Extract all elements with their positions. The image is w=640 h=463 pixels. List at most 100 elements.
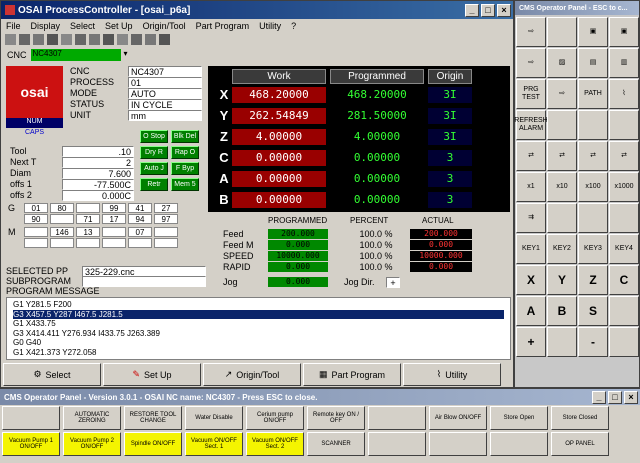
retr-button[interactable]: Retr <box>140 178 168 191</box>
toolbar-icon[interactable] <box>131 34 142 45</box>
key1-button[interactable]: KEY1 <box>516 234 546 264</box>
program-line[interactable]: G1 X433.75 <box>13 319 504 329</box>
toolbar-icon[interactable] <box>89 34 100 45</box>
op-panel-button[interactable]: OP PANEL <box>551 432 609 456</box>
toolbar-icon[interactable] <box>19 34 30 45</box>
op-key-icon[interactable]: ▤ <box>578 48 608 78</box>
dryr-button[interactable]: Dry R <box>140 146 168 159</box>
menu-setup[interactable]: Set Up <box>105 21 133 31</box>
blkdel-button[interactable]: Blk Del <box>171 130 199 143</box>
toolbar-icon[interactable] <box>75 34 86 45</box>
automatic-zeroing-button[interactable]: AUTOMATIC ZEROING <box>63 406 121 430</box>
window-title: OSAI ProcessController - [osai_p6a] <box>18 4 191 16</box>
menu-help[interactable]: ? <box>291 21 296 31</box>
menu-select[interactable]: Select <box>70 21 95 31</box>
program-line[interactable]: G1 Y281.5 F200 <box>13 300 504 310</box>
plus-button[interactable]: + <box>516 327 546 357</box>
mem5-button[interactable]: Mem 5 <box>171 178 199 191</box>
op-key-icon[interactable]: ⇄ <box>516 141 546 171</box>
toolbar-icon[interactable] <box>117 34 128 45</box>
store-open-button[interactable]: Store Open <box>490 406 548 430</box>
x100-button[interactable]: x100 <box>578 172 608 202</box>
toolbar-icon[interactable] <box>33 34 44 45</box>
toolbar-icon[interactable] <box>61 34 72 45</box>
vacuum-sect-1-button[interactable]: Vacuum ON/OFF Sect. 1 <box>185 432 243 456</box>
minimize-button[interactable]: _ <box>465 3 479 17</box>
origin-tool-button[interactable]: ↗ Origin/Tool <box>203 363 301 386</box>
op-key-icon[interactable]: ⇄ <box>547 141 577 171</box>
op-key-icon[interactable]: ▥ <box>609 48 639 78</box>
axis-y-button[interactable]: Y <box>547 265 577 295</box>
program-line[interactable]: G0 G40 <box>13 338 504 348</box>
select-button[interactable]: ⚙ Select <box>3 363 101 386</box>
prg-test-button[interactable]: PRG TEST <box>516 79 546 109</box>
axis-b-button[interactable]: B <box>547 296 577 326</box>
vacuum-pump-1-button[interactable]: Vacuum Pump 1 ON/OFF <box>2 432 60 456</box>
refresh-alarm-button[interactable]: REFRESH ALARM <box>514 110 548 140</box>
feed-label: Feed <box>223 228 244 239</box>
spindle-button[interactable]: Spindle ON/OFF <box>124 432 182 456</box>
minimize-button[interactable]: _ <box>592 390 606 404</box>
maximize-button[interactable]: □ <box>608 390 622 404</box>
toolbar-icon[interactable] <box>103 34 114 45</box>
close-button[interactable]: × <box>497 3 511 17</box>
key2-button[interactable]: KEY2 <box>547 234 577 264</box>
vacuum-pump-2-button[interactable]: Vacuum Pump 2 ON/OFF <box>63 432 121 456</box>
axis-z-button[interactable]: Z <box>578 265 608 295</box>
op-key-icon[interactable]: ▨ <box>547 48 577 78</box>
program-line-selected[interactable]: G3 X457.5 Y287 I467.5 J281.5 <box>13 309 504 319</box>
key4-button[interactable]: KEY4 <box>609 234 639 264</box>
part-program-button[interactable]: ▦ Part Program <box>303 363 401 386</box>
water-disable-button[interactable]: Water Disable <box>185 406 243 430</box>
op-key-icon[interactable]: ⇄ <box>578 141 608 171</box>
cerium-pump-button[interactable]: Cerium pump ON/OFF <box>246 406 304 430</box>
x1-button[interactable]: x1 <box>516 172 546 202</box>
op-key-icon[interactable]: ▣ <box>609 17 639 47</box>
axis-a-button[interactable]: A <box>516 296 546 326</box>
op-key-icon[interactable]: ▣ <box>578 17 608 47</box>
cnc-dropdown[interactable]: NC4307 ▾ <box>30 49 131 61</box>
x10-button[interactable]: x10 <box>547 172 577 202</box>
remote-key-button[interactable]: Remote key ON / OFF <box>307 406 365 430</box>
op-key-icon[interactable]: ⇨ <box>516 48 546 78</box>
ostop-button[interactable]: O Stop <box>140 130 168 143</box>
program-line[interactable]: G3 X414.411 Y276.934 I433.75 J263.389 <box>13 329 504 339</box>
setup-button[interactable]: ✎ Set Up <box>103 363 201 386</box>
menu-utility[interactable]: Utility <box>259 21 281 31</box>
toolbar-icon[interactable] <box>145 34 156 45</box>
close-button[interactable]: × <box>624 390 638 404</box>
fbyp-button[interactable]: F Byp <box>171 162 199 175</box>
key3-button[interactable]: KEY3 <box>578 234 608 264</box>
op-key-icon[interactable]: ⇄ <box>609 141 639 171</box>
menu-display[interactable]: Display <box>31 21 61 31</box>
path-button[interactable]: PATH <box>578 79 608 109</box>
op-key-icon[interactable]: ⌇ <box>609 79 639 109</box>
axis-x-button[interactable]: X <box>516 265 546 295</box>
axis-s-button[interactable]: S <box>578 296 608 326</box>
autoj-button[interactable]: Auto J <box>140 162 168 175</box>
axis-c-button[interactable]: C <box>609 265 639 295</box>
vacuum-sect-2-button[interactable]: Vacuum ON/OFF Sect. 2 <box>246 432 304 456</box>
rapo-button[interactable]: Rap O <box>171 146 199 159</box>
toolbar-icon[interactable] <box>47 34 58 45</box>
program-line[interactable]: G1 X421.373 Y272.058 <box>13 348 504 358</box>
maximize-button[interactable]: □ <box>481 3 495 17</box>
jogdir-value[interactable]: + <box>386 276 400 288</box>
toolbar-icon[interactable] <box>159 34 170 45</box>
store-closed-button[interactable]: Store Closed <box>551 406 609 430</box>
scanner-button[interactable]: SCANNER <box>307 432 365 456</box>
air-blow-button[interactable]: Air Blow ON/OFF <box>429 406 487 430</box>
menu-origin-tool[interactable]: Origin/Tool <box>143 21 186 31</box>
menu-file[interactable]: File <box>6 21 21 31</box>
op-key-icon[interactable]: ⇉ <box>516 203 546 233</box>
program-listing[interactable]: G1 Y281.5 F200 G3 X457.5 Y287 I467.5 J28… <box>6 297 511 360</box>
x1000-button[interactable]: x1000 <box>609 172 639 202</box>
op-key-icon[interactable] <box>547 17 577 47</box>
minus-button[interactable]: - <box>578 327 608 357</box>
restore-tool-change-button[interactable]: RESTORE TOOL CHANGE <box>124 406 182 430</box>
toolbar-icon[interactable] <box>5 34 16 45</box>
menu-part-program[interactable]: Part Program <box>196 21 250 31</box>
op-key-icon[interactable]: ⇨ <box>547 79 577 109</box>
utility-button[interactable]: ⌇ Utility <box>403 363 501 386</box>
op-key-icon[interactable]: ⇨ <box>516 17 546 47</box>
